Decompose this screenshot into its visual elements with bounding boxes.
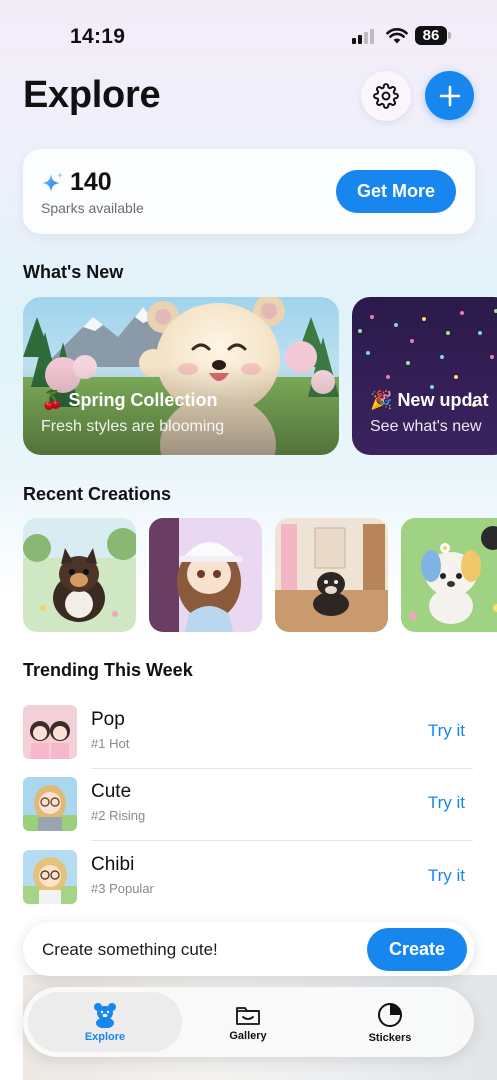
tab-label: Stickers — [368, 1031, 412, 1044]
trend-name: Chibi — [91, 854, 135, 875]
tab-explore[interactable]: Explore — [28, 992, 182, 1052]
create-button[interactable]: Create — [367, 928, 467, 971]
status-time: 14:19 — [70, 25, 126, 48]
sparkles-icon — [42, 172, 63, 192]
sparks-caption: Sparks available — [41, 200, 144, 216]
plus-icon — [439, 85, 460, 106]
battery-indicator: 86 — [415, 26, 447, 45]
promo-title: 🎉 New updat — [370, 390, 488, 411]
page-title: Explore — [23, 74, 161, 116]
create-bar: Create something cute! Create — [23, 922, 474, 976]
recent-creation-thumbnail[interactable] — [149, 518, 262, 632]
battery-tip — [448, 32, 451, 39]
trend-rank: #3 Popular — [91, 881, 154, 896]
promo-card-spring[interactable]: 🍒 Spring Collection Fresh styles are blo… — [23, 297, 339, 455]
recent-creation-thumbnail[interactable] — [401, 518, 497, 632]
sticker-icon — [378, 1002, 402, 1027]
try-it-button[interactable]: Try it — [428, 866, 465, 886]
promo-title: 🍒 Spring Collection — [41, 390, 217, 411]
recent-creation-thumbnail[interactable] — [275, 518, 388, 632]
party-emoji: 🎉 — [370, 390, 393, 410]
settings-button[interactable] — [361, 71, 411, 121]
cellular-signal-icon — [352, 29, 374, 44]
avatar — [23, 850, 77, 904]
trending-row-chibi[interactable]: Chibi #3 Popular Try it — [23, 850, 473, 910]
divider — [91, 840, 473, 841]
promo-subtitle: Fresh styles are blooming — [41, 418, 225, 435]
promo-subtitle: See what's new — [370, 418, 482, 435]
folder-icon — [236, 1006, 260, 1025]
promo-card-update[interactable]: 🎉 New updat See what's new — [352, 297, 497, 455]
divider — [91, 768, 473, 769]
avatar — [23, 705, 77, 759]
trend-rank: #1 Hot — [91, 736, 130, 751]
girl-cap-image — [149, 518, 262, 632]
trending-title: Trending This Week — [23, 660, 193, 680]
trend-name: Cute — [91, 781, 132, 802]
promo-title-text: Spring Collection — [68, 390, 218, 410]
bear-icon — [94, 1002, 116, 1028]
create-prompt[interactable]: Create something cute! — [42, 940, 218, 960]
trending-row-pop[interactable]: Pop #1 Hot Try it — [23, 705, 473, 765]
trend-name: Pop — [91, 709, 125, 730]
sparks-count: 140 — [70, 168, 112, 196]
puppy-flowers-image — [401, 518, 497, 632]
recent-creation-thumbnail[interactable] — [23, 518, 136, 632]
recent-creations-title: Recent Creations — [23, 484, 172, 504]
trend-rank: #2 Rising — [91, 808, 146, 823]
try-it-button[interactable]: Try it — [428, 721, 465, 741]
whats-new-title: What's New — [23, 262, 124, 282]
avatar — [23, 777, 77, 831]
tab-label: Explore — [84, 1030, 126, 1043]
trending-row-cute[interactable]: Cute #2 Rising Try it — [23, 777, 473, 837]
dog-meadow-image — [23, 518, 136, 632]
promo-title-text: New updat — [397, 390, 489, 410]
status-bar: 14:19 86 — [0, 0, 497, 60]
tab-label: Gallery — [229, 1029, 267, 1042]
gear-icon — [373, 83, 399, 109]
tab-gallery[interactable]: Gallery — [183, 992, 313, 1052]
try-it-button[interactable]: Try it — [428, 793, 465, 813]
get-more-button[interactable]: Get More — [336, 170, 456, 213]
dog-room-image — [275, 518, 388, 632]
tab-bar: Explore Gallery Stickers — [23, 987, 474, 1057]
cherries-emoji: 🍒 — [41, 390, 64, 410]
sparks-card: 140 Sparks available Get More — [23, 149, 475, 234]
add-button[interactable] — [425, 71, 474, 120]
wifi-icon — [386, 28, 408, 44]
tab-stickers[interactable]: Stickers — [323, 992, 457, 1052]
